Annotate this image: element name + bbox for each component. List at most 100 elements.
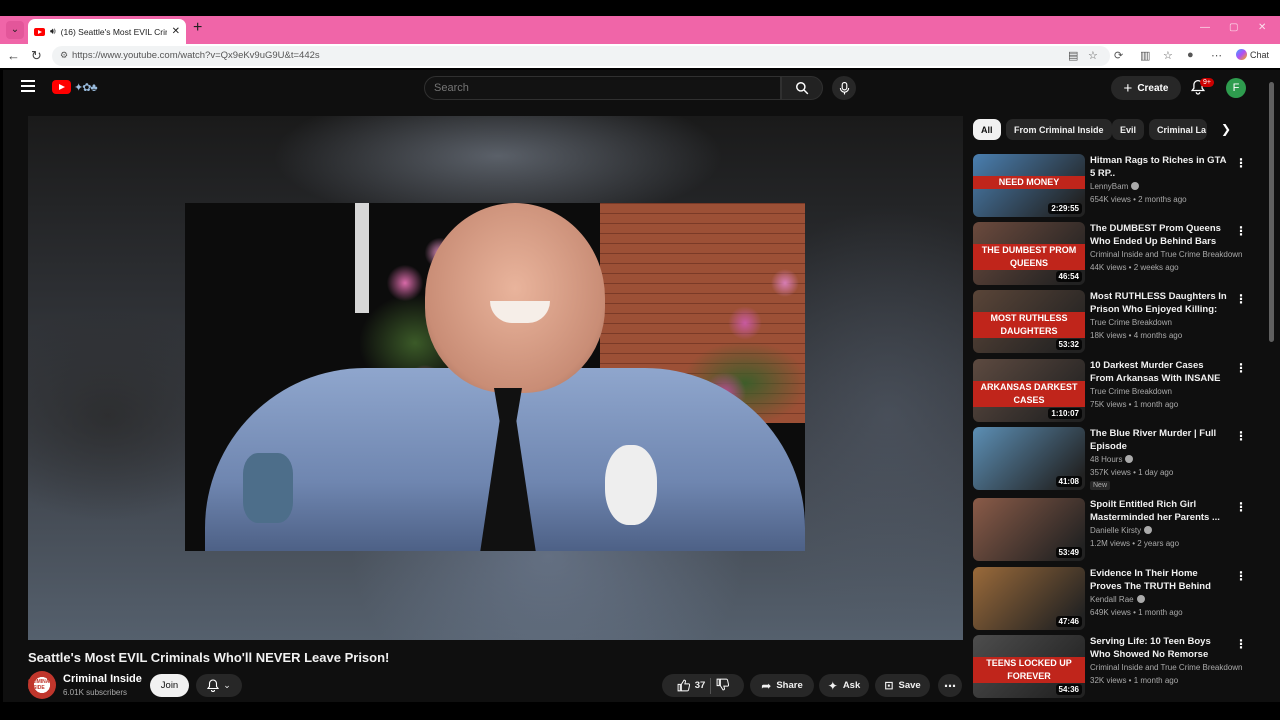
chip-evil[interactable]: Evil [1112, 119, 1145, 140]
voice-search-button[interactable] [832, 76, 856, 100]
video-player[interactable] [28, 116, 963, 640]
more-options-icon[interactable]: ⋯ [1211, 49, 1222, 62]
recommended-meta: 44K views • 2 weeks ago [1090, 263, 1179, 272]
address-bar[interactable]: ⚙ https://www.youtube.com/watch?v=Qx9eKv… [52, 46, 1110, 66]
recommended-title[interactable]: The DUMBEST Prom Queens Who Ended Up Beh… [1090, 222, 1228, 248]
recommended-video[interactable]: TEENS LOCKED UP FOREVER 54:36 Serving Life… [973, 635, 1268, 701]
recommended-video[interactable]: NEED MONEY 2:29:55 Hitman Rags to Riches i… [973, 154, 1268, 220]
recommended-channel[interactable]: Danielle Kirsty [1090, 526, 1153, 535]
site-info-icon[interactable]: ⚙ [60, 50, 68, 61]
more-vertical-icon[interactable]: ⋮ [1235, 637, 1247, 651]
search-button[interactable] [781, 76, 823, 100]
video-duration: 46:54 [1055, 271, 1082, 282]
reload-icon[interactable]: ↻ [31, 48, 42, 64]
badge-image [605, 445, 657, 525]
maximize-icon[interactable]: ▢ [1229, 22, 1238, 33]
close-window-icon[interactable]: ✕ [1258, 22, 1266, 33]
share-button[interactable]: ➦ Share [750, 674, 814, 697]
search-box[interactable] [424, 76, 781, 100]
thumbs-up-icon [677, 679, 690, 692]
video-thumbnail[interactable]: NEED MONEY 2:29:55 [973, 154, 1085, 217]
dislike-button[interactable] [716, 678, 730, 694]
chip-all[interactable]: All [973, 119, 1001, 140]
new-tab-button[interactable]: + [193, 19, 202, 37]
chip-criminal-la[interactable]: Criminal La [1149, 119, 1207, 140]
browser-tab-active[interactable]: 🔊︎ (16) Seattle's Most EVIL Crimin... ✕ [28, 19, 186, 44]
recommended-channel[interactable]: True Crime Breakdown [1090, 387, 1172, 396]
sparkle-icon: ✦ [827, 678, 838, 693]
tab-close-icon[interactable]: ✕ [172, 26, 180, 37]
recommended-meta: 654K views • 2 months ago [1090, 195, 1187, 204]
video-thumbnail[interactable]: ARKANSAS DARKEST CASES 1:10:07 [973, 359, 1085, 422]
like-button[interactable]: 37 [677, 679, 705, 692]
scrollbar-thumb[interactable] [1269, 82, 1274, 342]
video-thumbnail[interactable]: TEENS LOCKED UP FOREVER 54:36 [973, 635, 1085, 698]
chip-from-criminal-inside[interactable]: From Criminal Inside [1006, 119, 1112, 140]
search-input[interactable] [425, 77, 780, 99]
recommended-video[interactable]: MOST RUTHLESS DAUGHTERS 53:32 Most RUTHLES… [973, 290, 1268, 356]
recommended-video[interactable]: ARKANSAS DARKEST CASES 1:10:07 10 Darkest … [973, 359, 1268, 425]
copilot-chat-button[interactable]: Chat [1236, 49, 1269, 60]
join-button[interactable]: Join [150, 674, 189, 697]
favorites-icon[interactable]: ☆ [1163, 49, 1173, 62]
video-thumbnail[interactable]: 53:49 [973, 498, 1085, 561]
recommended-title[interactable]: Evidence In Their Home Proves The TRUTH … [1090, 567, 1228, 594]
reader-mode-icon[interactable]: ▤ [1068, 49, 1078, 62]
back-icon[interactable]: ← [7, 48, 20, 63]
recommended-meta: 18K views • 4 months ago [1090, 331, 1183, 340]
subscription-bell-button[interactable]: ⌄ [196, 674, 242, 697]
split-screen-icon[interactable]: ▥ [1140, 49, 1150, 62]
create-button[interactable]: + Create [1111, 76, 1181, 100]
more-vertical-icon[interactable]: ⋮ [1235, 224, 1247, 238]
verified-icon [1144, 526, 1153, 534]
recommended-title[interactable]: Hitman Rags to Riches in GTA 5 RP.. [1090, 154, 1228, 180]
minimize-icon[interactable]: — [1200, 22, 1210, 33]
account-avatar[interactable]: F [1226, 78, 1246, 98]
save-button[interactable]: ⊡ Save [875, 674, 930, 697]
recommended-title[interactable]: Serving Life: 10 Teen Boys Who Showed No… [1090, 635, 1228, 661]
recommended-title[interactable]: Spoilt Entitled Rich Girl Masterminded h… [1090, 498, 1228, 524]
youtube-logo-icon[interactable] [52, 80, 71, 94]
recommended-channel[interactable]: LennyBam [1090, 182, 1140, 191]
profile-icon[interactable]: ● [1187, 49, 1194, 61]
recommended-video[interactable]: 53:49 Spoilt Entitled Rich Girl Mastermin… [973, 498, 1268, 564]
recommended-channel[interactable]: Criminal Inside and True Crime Breakdown [1090, 663, 1243, 672]
recommended-channel[interactable]: 48 Hours [1090, 455, 1134, 464]
more-actions-button[interactable]: ⋯ [938, 674, 962, 697]
more-vertical-icon[interactable]: ⋮ [1235, 429, 1247, 443]
favorite-star-icon[interactable]: ☆ [1088, 49, 1098, 62]
more-vertical-icon[interactable]: ⋮ [1235, 500, 1247, 514]
doodle-logo-icon[interactable]: ✦✿♣ [74, 81, 98, 94]
recommended-channel[interactable]: Criminal Inside and True Crime Breakdown [1090, 250, 1243, 259]
recommended-channel[interactable]: Kendall Rae [1090, 595, 1145, 604]
video-thumbnail[interactable]: MOST RUTHLESS DAUGHTERS 53:32 [973, 290, 1085, 353]
channel-avatar[interactable]: CRIMINAL INSIDE [28, 671, 56, 699]
video-thumbnail[interactable]: 47:46 [973, 567, 1085, 630]
recommended-video[interactable]: 41:08 The Blue River Murder | Full Episod… [973, 427, 1268, 493]
chevron-right-icon[interactable]: ❯ [1221, 122, 1231, 136]
recommended-title[interactable]: 10 Darkest Murder Cases From Arkansas Wi… [1090, 359, 1228, 386]
video-thumbnail[interactable]: THE DUMBEST PROM QUEENS 46:54 [973, 222, 1085, 285]
more-vertical-icon[interactable]: ⋮ [1235, 569, 1247, 583]
search-icon [796, 82, 809, 95]
menu-hamburger-icon[interactable] [21, 80, 35, 95]
thumbnail-caption: THE DUMBEST PROM QUEENS [973, 244, 1085, 270]
video-title: Seattle's Most EVIL Criminals Who'll NEV… [28, 650, 390, 665]
chat-label: Chat [1250, 49, 1270, 60]
video-thumbnail[interactable]: 41:08 [973, 427, 1085, 490]
tab-actions-menu[interactable]: ⌄ [6, 21, 24, 39]
recommended-meta: 32K views • 1 month ago [1090, 676, 1179, 685]
extensions-icon[interactable]: ⟳ [1114, 49, 1123, 62]
recommended-title[interactable]: Most RUTHLESS Daughters In Prison Who En… [1090, 290, 1228, 317]
channel-name[interactable]: Criminal Inside [63, 673, 142, 685]
recommended-video[interactable]: 47:46 Evidence In Their Home Proves The T… [973, 567, 1268, 633]
more-vertical-icon[interactable]: ⋮ [1235, 292, 1247, 306]
recommended-title[interactable]: The Blue River Murder | Full Episode [1090, 427, 1228, 453]
page-scrollbar[interactable] [1268, 72, 1276, 702]
recommended-video[interactable]: THE DUMBEST PROM QUEENS 46:54 The DUMBEST … [973, 222, 1268, 288]
more-vertical-icon[interactable]: ⋮ [1235, 156, 1247, 170]
recommended-channel[interactable]: True Crime Breakdown [1090, 318, 1172, 327]
ask-button[interactable]: ✦ Ask [819, 674, 869, 697]
speaker-icon[interactable]: 🔊︎ [50, 26, 56, 37]
more-vertical-icon[interactable]: ⋮ [1235, 361, 1247, 375]
